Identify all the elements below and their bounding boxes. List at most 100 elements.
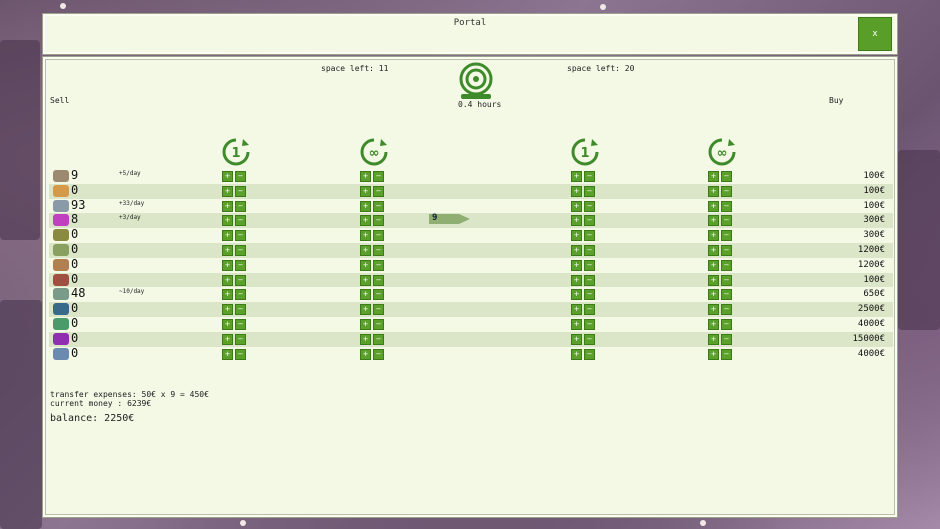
sell-once-minus-button[interactable]: − <box>235 230 246 242</box>
buy-repeat-minus-button[interactable]: − <box>721 259 732 271</box>
buy-once-minus-button[interactable]: − <box>584 348 595 360</box>
buy-once-plus-button[interactable]: + <box>571 245 582 256</box>
sell-repeat-minus-button[interactable]: − <box>373 185 384 197</box>
sell-once-plus-button[interactable]: + <box>222 185 233 197</box>
sell-repeat-minus-button[interactable]: − <box>373 348 384 360</box>
sell-repeat-plus-button[interactable]: + <box>360 259 371 271</box>
buy-once-plus-button[interactable]: + <box>571 289 582 301</box>
sell-once-minus-button[interactable]: − <box>235 245 246 256</box>
buy-repeat-plus-button[interactable]: + <box>708 319 719 330</box>
sell-repeat-plus-button[interactable]: + <box>360 319 371 330</box>
buy-repeat-plus-button[interactable]: + <box>708 171 719 182</box>
buy-once-minus-button[interactable]: − <box>584 274 595 286</box>
sell-once-minus-button[interactable]: − <box>235 348 246 360</box>
buy-once-minus-button[interactable]: − <box>584 215 595 227</box>
sell-once-plus-button[interactable]: + <box>222 245 233 256</box>
buy-repeat-plus-button[interactable]: + <box>708 304 719 316</box>
sell-once-plus-button[interactable]: + <box>222 171 233 182</box>
buy-repeat-plus-button[interactable]: + <box>708 230 719 242</box>
sell-repeat-plus-button[interactable]: + <box>360 304 371 316</box>
sell-once-plus-button[interactable]: + <box>222 274 233 286</box>
buy-once-plus-button[interactable]: + <box>571 200 582 212</box>
buy-repeat-plus-button[interactable]: + <box>708 245 719 256</box>
buy-repeat-plus-button[interactable]: + <box>708 333 719 345</box>
sell-repeat-plus-button[interactable]: + <box>360 230 371 242</box>
buy-once-minus-button[interactable]: − <box>584 289 595 301</box>
buy-repeat-plus-button[interactable]: + <box>708 215 719 227</box>
buy-repeat-minus-button[interactable]: − <box>721 245 732 256</box>
sell-once-plus-button[interactable]: + <box>222 333 233 345</box>
sell-once-plus-button[interactable]: + <box>222 348 233 360</box>
sell-repeat-minus-button[interactable]: − <box>373 171 384 182</box>
sell-repeat-minus-button[interactable]: − <box>373 289 384 301</box>
buy-once-minus-button[interactable]: − <box>584 230 595 242</box>
sell-once-minus-button[interactable]: − <box>235 215 246 227</box>
sell-once-plus-button[interactable]: + <box>222 230 233 242</box>
sell-once-plus-button[interactable]: + <box>222 215 233 227</box>
buy-repeat-minus-button[interactable]: − <box>721 171 732 182</box>
sell-once-minus-button[interactable]: − <box>235 274 246 286</box>
sell-repeat-plus-button[interactable]: + <box>360 171 371 182</box>
buy-once-minus-button[interactable]: − <box>584 259 595 271</box>
buy-once-plus-button[interactable]: + <box>571 348 582 360</box>
sell-repeat-plus-button[interactable]: + <box>360 245 371 256</box>
buy-once-minus-button[interactable]: − <box>584 319 595 330</box>
buy-repeat-minus-button[interactable]: − <box>721 289 732 301</box>
buy-repeat-plus-button[interactable]: + <box>708 200 719 212</box>
close-button[interactable]: x <box>858 17 892 51</box>
buy-repeat-plus-button[interactable]: + <box>708 289 719 301</box>
sell-once-plus-button[interactable]: + <box>222 319 233 330</box>
sell-repeat-minus-button[interactable]: − <box>373 274 384 286</box>
sell-once-minus-button[interactable]: − <box>235 185 246 197</box>
buy-once-minus-button[interactable]: − <box>584 245 595 256</box>
buy-once-minus-button[interactable]: − <box>584 185 595 197</box>
buy-once-minus-button[interactable]: − <box>584 171 595 182</box>
buy-repeat-plus-button[interactable]: + <box>708 185 719 197</box>
sell-once-minus-button[interactable]: − <box>235 171 246 182</box>
buy-repeat-minus-button[interactable]: − <box>721 274 732 286</box>
sell-repeat-minus-button[interactable]: − <box>373 245 384 256</box>
sell-once-minus-button[interactable]: − <box>235 304 246 316</box>
buy-repeat-minus-button[interactable]: − <box>721 319 732 330</box>
buy-once-minus-button[interactable]: − <box>584 304 595 316</box>
sell-once-plus-button[interactable]: + <box>222 304 233 316</box>
sell-repeat-minus-button[interactable]: − <box>373 215 384 227</box>
buy-repeat-plus-button[interactable]: + <box>708 259 719 271</box>
buy-once-plus-button[interactable]: + <box>571 319 582 330</box>
sell-once-minus-button[interactable]: − <box>235 289 246 301</box>
sell-once-minus-button[interactable]: − <box>235 319 246 330</box>
sell-repeat-plus-button[interactable]: + <box>360 200 371 212</box>
sell-repeat-plus-button[interactable]: + <box>360 333 371 345</box>
sell-repeat-minus-button[interactable]: − <box>373 259 384 271</box>
buy-once-plus-button[interactable]: + <box>571 274 582 286</box>
sell-repeat-plus-button[interactable]: + <box>360 215 371 227</box>
buy-repeat-minus-button[interactable]: − <box>721 333 732 345</box>
buy-repeat-minus-button[interactable]: − <box>721 200 732 212</box>
sell-repeat-plus-button[interactable]: + <box>360 185 371 197</box>
buy-once-plus-button[interactable]: + <box>571 215 582 227</box>
sell-once-minus-button[interactable]: − <box>235 259 246 271</box>
buy-once-plus-button[interactable]: + <box>571 333 582 345</box>
sell-repeat-minus-button[interactable]: − <box>373 200 384 212</box>
sell-repeat-plus-button[interactable]: + <box>360 289 371 301</box>
sell-repeat-plus-button[interactable]: + <box>360 274 371 286</box>
buy-once-plus-button[interactable]: + <box>571 171 582 182</box>
sell-once-plus-button[interactable]: + <box>222 289 233 301</box>
sell-once-minus-button[interactable]: − <box>235 333 246 345</box>
sell-repeat-plus-button[interactable]: + <box>360 348 371 360</box>
buy-repeat-minus-button[interactable]: − <box>721 230 732 242</box>
buy-once-plus-button[interactable]: + <box>571 230 582 242</box>
buy-once-plus-button[interactable]: + <box>571 185 582 197</box>
buy-once-plus-button[interactable]: + <box>571 259 582 271</box>
buy-once-plus-button[interactable]: + <box>571 304 582 316</box>
sell-repeat-minus-button[interactable]: − <box>373 333 384 345</box>
buy-repeat-minus-button[interactable]: − <box>721 215 732 227</box>
sell-repeat-minus-button[interactable]: − <box>373 319 384 330</box>
buy-repeat-minus-button[interactable]: − <box>721 185 732 197</box>
buy-repeat-minus-button[interactable]: − <box>721 304 732 316</box>
buy-once-minus-button[interactable]: − <box>584 333 595 345</box>
sell-once-plus-button[interactable]: + <box>222 200 233 212</box>
buy-repeat-plus-button[interactable]: + <box>708 274 719 286</box>
sell-once-plus-button[interactable]: + <box>222 259 233 271</box>
sell-repeat-minus-button[interactable]: − <box>373 304 384 316</box>
